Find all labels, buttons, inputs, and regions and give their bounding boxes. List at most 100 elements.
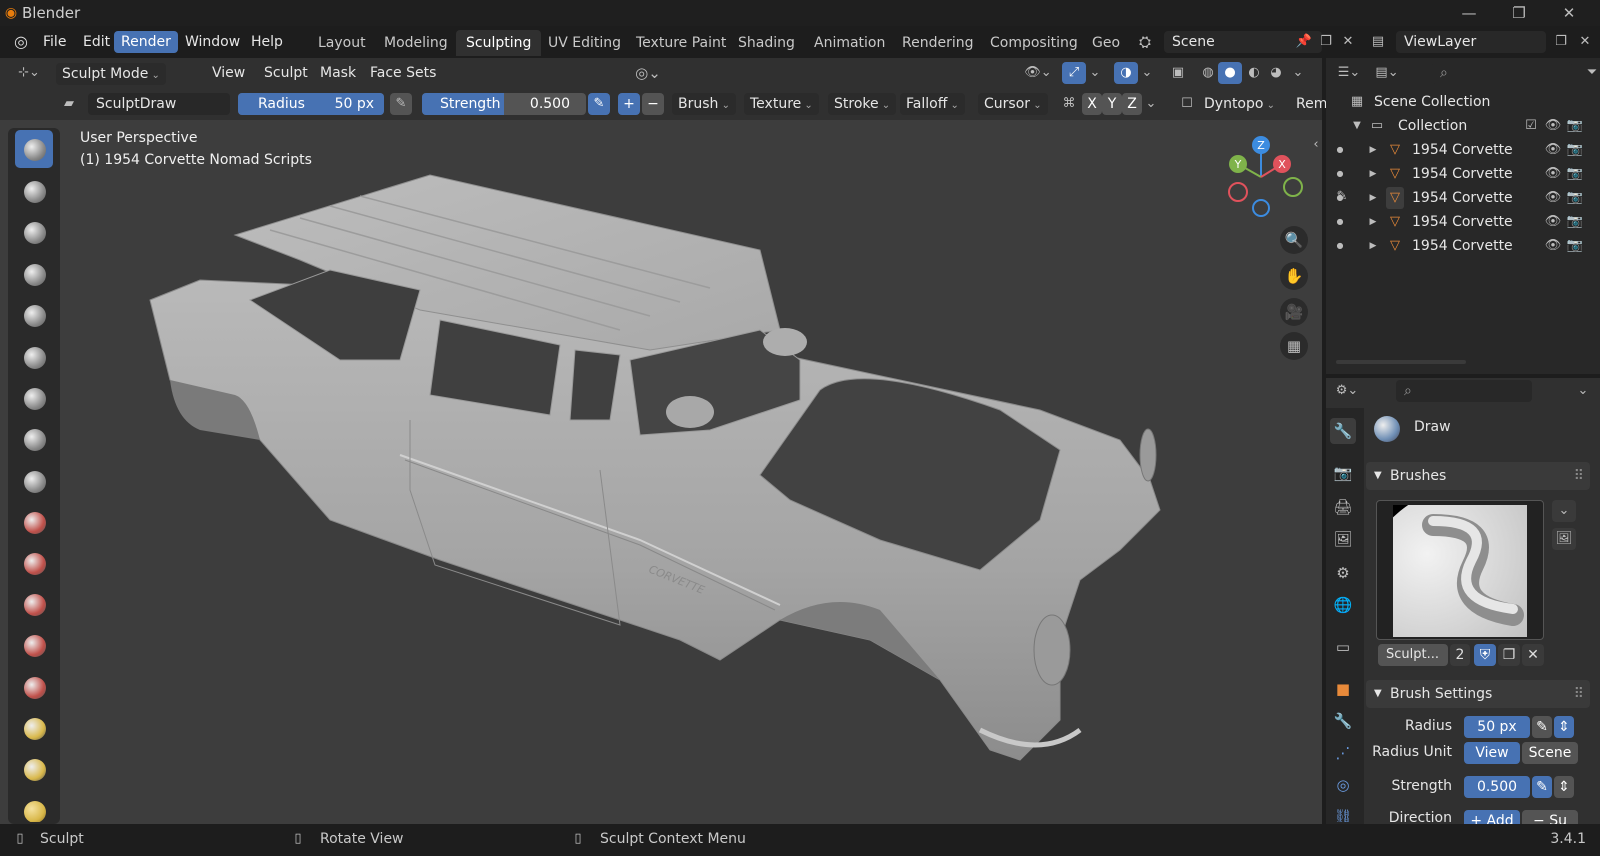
- blender-menu-icon[interactable]: ◎: [10, 31, 32, 53]
- radius-prop-pressure-icon[interactable]: ✎: [1532, 716, 1552, 738]
- radius-prop-lock-icon[interactable]: ⇕: [1554, 716, 1574, 738]
- menu-edit[interactable]: Edit: [76, 31, 117, 53]
- clay-strips-brush-tool[interactable]: [15, 255, 53, 293]
- crease-brush-tool[interactable]: [15, 462, 53, 500]
- fake-user-shield-icon[interactable]: ⛨: [1474, 644, 1496, 666]
- world-tab-icon[interactable]: 🌐: [1330, 592, 1356, 618]
- properties-editor-type-icon[interactable]: ⚙⌄: [1330, 380, 1364, 402]
- tab-rendering[interactable]: Rendering: [892, 30, 984, 56]
- 3d-viewport[interactable]: User Perspective (1) 1954 Corvette Nomad…: [0, 120, 1322, 824]
- delete-scene-icon[interactable]: ✕: [1338, 31, 1358, 53]
- close-icon[interactable]: ✕: [1556, 2, 1582, 24]
- shading-dropdown-icon[interactable]: ⌄: [1290, 62, 1306, 84]
- outliner-object-row[interactable]: ● ▶ ▽ 1954 Corvette 👁 📷: [1326, 234, 1600, 258]
- menu-help[interactable]: Help: [244, 31, 290, 53]
- pin-icon[interactable]: 📌: [1294, 31, 1314, 53]
- texture-dropdown[interactable]: Texture: [744, 93, 819, 115]
- editor-type-icon[interactable]: ⊹⌄: [12, 62, 46, 84]
- outliner-object-row[interactable]: ● ▶ ▽ 1954 Corvette 👁 📷: [1326, 162, 1600, 186]
- perspective-grid-icon[interactable]: ▦: [1280, 332, 1308, 360]
- visibility-icon[interactable]: 👁⌄: [1020, 62, 1056, 84]
- new-scene-icon[interactable]: ❐: [1316, 31, 1336, 53]
- render-camera-icon[interactable]: 📷: [1566, 115, 1584, 137]
- brush-settings-panel-header[interactable]: ▼ Brush Settings ⠿: [1366, 680, 1590, 708]
- menu-window[interactable]: Window: [178, 31, 247, 53]
- expand-collapse-icon[interactable]: ▼: [1350, 115, 1364, 137]
- filter-icon[interactable]: ⏷: [1584, 62, 1600, 84]
- direction-add-option[interactable]: + Add: [1464, 810, 1520, 824]
- edit-mode-pencil-icon[interactable]: ✎: [1334, 186, 1350, 208]
- cursor-dropdown[interactable]: Cursor: [978, 93, 1048, 115]
- hide-eye-icon[interactable]: 👁: [1544, 187, 1562, 209]
- blob-brush-tool[interactable]: [15, 420, 53, 458]
- brush-dropdown[interactable]: Brush: [672, 93, 736, 115]
- draw-brush-tool[interactable]: [15, 130, 53, 168]
- hide-eye-icon[interactable]: 👁: [1544, 163, 1562, 185]
- wireframe-shading-icon[interactable]: ◍: [1196, 62, 1220, 84]
- rendered-shading-icon[interactable]: ◕: [1264, 62, 1288, 84]
- material-shading-icon[interactable]: ◐: [1242, 62, 1266, 84]
- overlays-toggle-icon[interactable]: ◑: [1114, 62, 1138, 84]
- menu-sculpt[interactable]: Sculpt: [258, 62, 314, 84]
- minimize-icon[interactable]: —: [1456, 2, 1482, 24]
- expand-arrow-icon[interactable]: ▶: [1366, 187, 1380, 209]
- outliner-scrollbar[interactable]: [1336, 360, 1466, 364]
- dyntopo-dropdown[interactable]: Dyntopo: [1198, 93, 1281, 115]
- layer-brush-tool[interactable]: [15, 338, 53, 376]
- inflate-brush-tool[interactable]: [15, 379, 53, 417]
- stroke-dropdown[interactable]: Stroke: [828, 93, 897, 115]
- render-tab-icon[interactable]: 📷: [1330, 460, 1356, 486]
- pinch-brush-tool[interactable]: [15, 709, 53, 747]
- symmetry-dropdown-icon[interactable]: ⌄: [1144, 93, 1158, 115]
- strength-slider[interactable]: Strength 0.500: [422, 93, 586, 115]
- direction-subtract-option[interactable]: − Su: [1522, 810, 1578, 824]
- radius-pressure-icon[interactable]: ✎: [390, 93, 412, 115]
- render-camera-icon[interactable]: 📷: [1566, 139, 1584, 161]
- radius-prop-field[interactable]: 50 px: [1464, 716, 1530, 738]
- view-layer-icon[interactable]: ▤: [1364, 31, 1392, 53]
- tab-layout[interactable]: Layout: [308, 30, 376, 56]
- menu-file[interactable]: File: [36, 31, 73, 53]
- outliner-object-row[interactable]: ● ▶ ▽ 1954 Corvette 👁 📷: [1326, 186, 1600, 210]
- view-layer-tab-icon[interactable]: 🖼: [1330, 526, 1356, 552]
- tab-uv-editing[interactable]: UV Editing: [538, 30, 631, 56]
- strength-pressure-icon[interactable]: ✎: [588, 93, 610, 115]
- duplicate-brush-icon[interactable]: ❐: [1498, 644, 1520, 666]
- strength-prop-field[interactable]: 0.500: [1464, 776, 1530, 798]
- gizmo-toggle-icon[interactable]: ⤢: [1062, 62, 1086, 84]
- outliner-search-input[interactable]: ⌕: [1432, 62, 1572, 84]
- expand-arrow-icon[interactable]: ▶: [1366, 139, 1380, 161]
- drag-handle-icon[interactable]: ⠿: [1574, 680, 1584, 708]
- tab-animation[interactable]: Animation: [804, 30, 895, 56]
- grab-brush-tool[interactable]: [15, 750, 53, 788]
- navigation-gizmo[interactable]: Z Y X: [1216, 132, 1306, 222]
- brush-users-count[interactable]: 2: [1450, 644, 1470, 666]
- radius-unit-scene-option[interactable]: Scene: [1522, 742, 1578, 764]
- symmetry-z-button[interactable]: Z: [1122, 93, 1142, 115]
- scene-selector-icon[interactable]: ⛭: [1130, 31, 1160, 53]
- outliner-editor-type-icon[interactable]: ☰⌄: [1332, 62, 1366, 84]
- custom-icon-toggle[interactable]: 🖼: [1552, 528, 1576, 550]
- subtract-direction-button[interactable]: −: [642, 93, 664, 115]
- draw-sharp-brush-tool[interactable]: [15, 172, 53, 210]
- menu-mask[interactable]: Mask: [314, 62, 362, 84]
- menu-render[interactable]: Render: [114, 31, 178, 53]
- sidebar-toggle-icon[interactable]: ‹: [1310, 134, 1322, 156]
- zoom-icon[interactable]: 🔍: [1280, 226, 1308, 254]
- solid-shading-icon[interactable]: ●: [1218, 62, 1242, 84]
- fill-brush-tool[interactable]: [15, 585, 53, 623]
- tab-shading[interactable]: Shading: [728, 30, 805, 56]
- expand-arrow-icon[interactable]: ▶: [1366, 235, 1380, 257]
- symmetry-y-button[interactable]: Y: [1102, 93, 1122, 115]
- tab-texture-paint[interactable]: Texture Paint: [626, 30, 736, 56]
- brushes-panel-header[interactable]: ▼ Brushes ⠿: [1366, 462, 1590, 490]
- physics-tab-icon[interactable]: ◎: [1330, 772, 1356, 798]
- tool-tab-icon[interactable]: 🔧: [1330, 418, 1356, 444]
- output-tab-icon[interactable]: 🖨: [1330, 494, 1356, 520]
- maximize-icon[interactable]: ❐: [1506, 2, 1532, 24]
- transform-pivot-icon[interactable]: ◎⌄: [630, 62, 666, 84]
- exclude-checkbox[interactable]: ☑: [1522, 115, 1540, 137]
- gizmo-dropdown-icon[interactable]: ⌄: [1088, 62, 1102, 84]
- menu-view[interactable]: View: [206, 62, 251, 84]
- outliner-scene-collection[interactable]: ▦ Scene Collection: [1326, 90, 1600, 114]
